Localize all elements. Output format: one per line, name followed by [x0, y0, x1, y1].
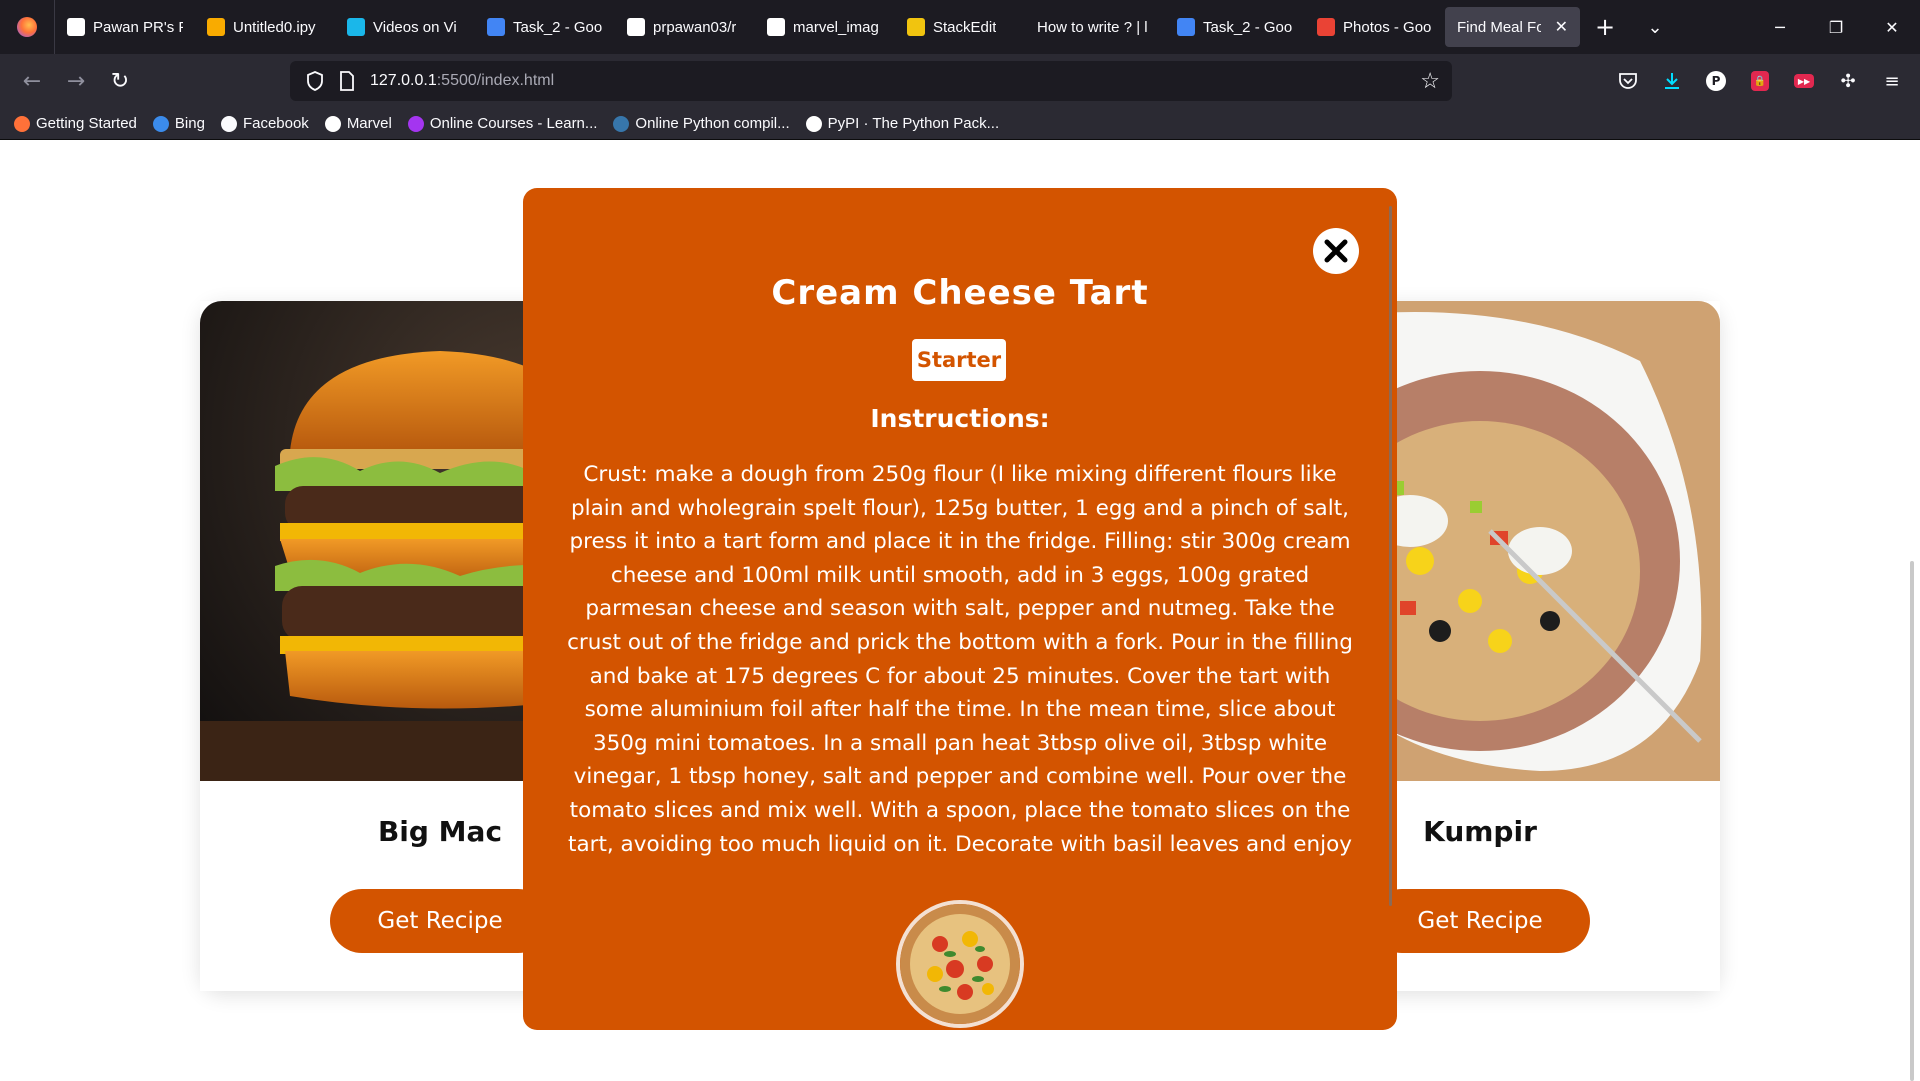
photos-icon: [1317, 18, 1335, 36]
reload-icon[interactable]: ↻: [98, 59, 142, 103]
github-icon: [627, 18, 645, 36]
stackedit-icon: [907, 18, 925, 36]
close-window-icon[interactable]: ✕: [1864, 0, 1920, 54]
browser-tab[interactable]: Task_2 - Goo: [475, 7, 615, 47]
marvel-icon: [324, 115, 341, 132]
browser-tab[interactable]: How to write ? | l: [1025, 7, 1165, 47]
browser-tab[interactable]: Find Meal For ✕: [1445, 7, 1580, 47]
close-popup-button[interactable]: [1313, 228, 1359, 274]
tab-strip: Pawan PR's P Untitled0.ipy Videos on Vi Tas…: [55, 0, 1580, 54]
tab-bar: Pawan PR's P Untitled0.ipy Videos on Vi Tas…: [0, 0, 1920, 54]
vimeo-icon: [347, 18, 365, 36]
pypi-icon: [805, 115, 822, 132]
browser-tab[interactable]: Photos - Goo: [1305, 7, 1445, 47]
tab-label: Task_2 - Goo: [513, 18, 603, 36]
recipe-popup: Cream Cheese Tart Starter Instructions: …: [523, 188, 1397, 1030]
marvel-icon: [67, 18, 85, 36]
docs-icon: [487, 18, 505, 36]
tab-label: marvel_imag: [793, 18, 879, 36]
address-bar[interactable]: 127.0.0.1:5500/index.html ☆: [290, 61, 1452, 101]
python-icon: [613, 115, 630, 132]
tab-label: StackEdit: [933, 18, 997, 36]
pocket-icon[interactable]: [1610, 63, 1646, 99]
firefox-icon: [14, 115, 30, 132]
bookmark-item[interactable]: Online Courses - Learn...: [407, 115, 598, 132]
bookmark-item[interactable]: Marvel: [324, 115, 392, 132]
category-badge: Starter: [912, 339, 1006, 381]
new-tab-icon[interactable]: +: [1580, 13, 1630, 41]
search-icon: [152, 115, 169, 132]
tab-label: prpawan03/r: [653, 18, 737, 36]
tab-label: How to write ? | l: [1037, 18, 1148, 36]
browser-tab[interactable]: StackEdit: [895, 7, 1025, 47]
bookmark-label: Getting Started: [36, 115, 137, 132]
page-content: Big Mac Get Recipe Kumpir Get Recipe Cre…: [0, 141, 1920, 1081]
restore-icon[interactable]: ❐: [1808, 0, 1864, 54]
bookmark-item[interactable]: Getting Started: [14, 115, 137, 132]
browser-tab[interactable]: Videos on Vi: [335, 7, 475, 47]
tab-label: Videos on Vi: [373, 18, 457, 36]
github-icon: [767, 18, 785, 36]
browser-tab[interactable]: Untitled0.ipy: [195, 7, 335, 47]
colab-icon: [207, 18, 225, 36]
bookmark-label: Marvel: [346, 115, 392, 132]
bookmark-item[interactable]: Online Python compil...: [613, 115, 790, 132]
bookmark-label: Online Python compil...: [635, 115, 790, 132]
bookmark-item[interactable]: Facebook: [220, 115, 309, 132]
instructions-heading: Instructions:: [870, 404, 1050, 433]
bookmark-label: Bing: [174, 115, 205, 132]
forward-icon[interactable]: →: [54, 59, 98, 103]
toolbar-icons: P 🔒 ▶▶ ✣ ≡: [1610, 54, 1910, 108]
minimize-icon[interactable]: ─: [1752, 0, 1808, 54]
page-scrollbar[interactable]: [1910, 561, 1914, 1081]
browser-tab[interactable]: Task_2 - Goo: [1165, 7, 1305, 47]
udemy-icon: [407, 115, 424, 132]
globe-icon: [220, 115, 237, 132]
bookmark-item[interactable]: PyPI · The Python Pack...: [805, 115, 1000, 132]
bookmark-label: Facebook: [242, 115, 309, 132]
get-recipe-button[interactable]: Get Recipe: [330, 889, 550, 953]
extension-youtube-icon[interactable]: ▶▶: [1786, 63, 1822, 99]
profile-avatar-icon[interactable]: P: [1698, 63, 1734, 99]
bookmarks-toolbar: Getting Started Bing Facebook Marvel Online …: [0, 108, 1920, 140]
list-all-tabs-icon[interactable]: ⌄: [1630, 17, 1680, 38]
downloads-icon[interactable]: [1654, 63, 1690, 99]
bookmark-label: PyPI · The Python Pack...: [827, 115, 1000, 132]
close-icon: [1324, 239, 1348, 263]
window-controls: ─ ❐ ✕: [1752, 0, 1920, 54]
instructions-text: Crust: make a dough from 250g flour (I l…: [567, 462, 1353, 857]
recipe-title: Cream Cheese Tart: [771, 273, 1149, 313]
page-info-icon[interactable]: [336, 70, 358, 92]
get-recipe-button[interactable]: Get Recipe: [1370, 889, 1590, 953]
browser-tab[interactable]: prpawan03/r: [615, 7, 755, 47]
recipe-thumbnail: [896, 900, 1024, 1028]
tab-label: Find Meal For: [1457, 18, 1541, 36]
tracking-protection-shield-icon[interactable]: [304, 70, 326, 92]
app-menu-icon[interactable]: ≡: [1874, 63, 1910, 99]
back-icon[interactable]: ←: [10, 59, 54, 103]
tab-label: Pawan PR's P: [93, 18, 183, 36]
tab-label: Untitled0.ipy: [233, 18, 316, 36]
bookmark-star-icon[interactable]: ☆: [1420, 68, 1440, 94]
url-text[interactable]: 127.0.0.1:5500/index.html: [370, 72, 554, 90]
extension-lock-icon[interactable]: 🔒: [1742, 63, 1778, 99]
bookmark-item[interactable]: Bing: [152, 115, 205, 132]
tab-label: Photos - Goo: [1343, 18, 1432, 36]
tab-label: Task_2 - Goo: [1203, 18, 1293, 36]
bookmark-label: Online Courses - Learn...: [429, 115, 598, 132]
close-tab-icon[interactable]: ✕: [1555, 17, 1568, 37]
extensions-puzzle-icon[interactable]: ✣: [1830, 63, 1866, 99]
browser-tab[interactable]: Pawan PR's P: [55, 7, 195, 47]
firefox-menu-icon[interactable]: [0, 0, 55, 54]
docs-icon: [1177, 18, 1195, 36]
browser-tab[interactable]: marvel_imag: [755, 7, 895, 47]
navigation-bar: ← → ↻ 127.0.0.1:5500/index.html ☆ P 🔒 ▶▶…: [0, 54, 1920, 108]
